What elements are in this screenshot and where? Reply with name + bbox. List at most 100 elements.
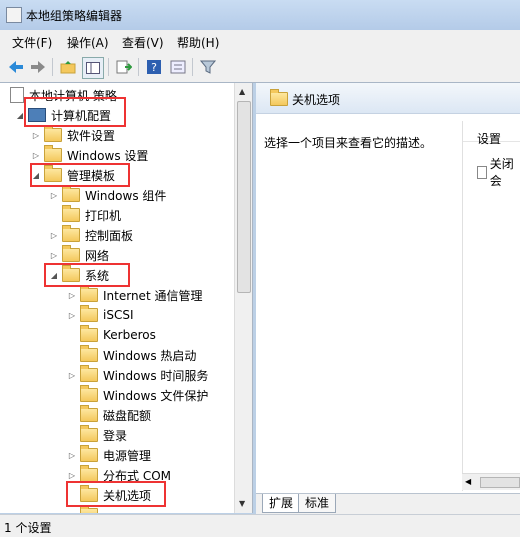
tree-item-system-child[interactable]: 磁盘配额 [66,405,151,425]
folder-icon [80,505,98,513]
back-arrow-icon[interactable] [6,57,26,77]
tree-item-system-child[interactable]: Windows 热启动 [66,345,196,365]
horizontal-scrollbar[interactable]: ◀ [462,473,520,490]
settings-list: 设置 关闭会 [462,121,520,491]
export-list-icon[interactable] [114,57,134,77]
tree-item-system-child[interactable]: ▷ 电源管理 [66,445,151,465]
scroll-left-icon[interactable]: ◀ [465,477,471,486]
description-text: 选择一个项目来查看它的描述。 [264,136,433,150]
folder-icon [80,365,98,382]
expand-icon[interactable]: ▷ [48,231,60,240]
folder-icon [44,125,62,142]
svg-text:?: ? [151,61,157,74]
expand-icon[interactable]: ▷ [66,291,78,300]
app-icon [6,7,22,23]
folder-icon [44,145,62,162]
scroll-up-icon[interactable]: ▲ [239,87,245,96]
folder-icon [62,205,80,222]
folder-icon [80,325,98,342]
expand-icon[interactable]: ▷ [66,451,78,460]
details-title: 关机选项 [292,93,341,107]
scroll-thumb[interactable] [237,101,251,293]
setting-icon [477,165,487,179]
folder-icon [80,425,98,442]
status-bar: 1 个设置 [0,514,520,537]
folder-icon [270,89,288,106]
tree-item-windows-settings[interactable]: ▷ Windows 设置 [30,145,148,165]
policy-icon [10,87,24,103]
setting-row[interactable]: 关闭会 [477,155,520,189]
tree-scrollbar[interactable]: ▲ ▼ [234,83,252,513]
status-text: 1 个设置 [4,521,52,535]
setting-label: 关闭会 [489,157,514,188]
highlight-box [66,481,166,507]
folder-icon [80,465,98,482]
tab-standard[interactable]: 标准 [298,494,337,513]
help-icon[interactable]: ? [144,57,164,77]
tree-item-label: 控制面板 [85,228,134,243]
folder-icon [80,305,98,322]
tree-item-label: Windows 时间服务 [103,368,209,383]
tree-item-software-settings[interactable]: ▷ 软件设置 [30,125,115,145]
folder-icon [62,225,80,242]
properties-icon[interactable] [168,57,188,77]
tree-item-control-panel[interactable]: ▷ 控制面板 [48,225,133,245]
expand-icon[interactable]: ▷ [48,251,60,260]
forward-arrow-icon[interactable] [28,57,48,77]
scroll-thumb[interactable] [480,477,520,488]
details-header: 关机选项 [256,83,520,114]
tree-item-label: Internet 通信管理 [103,288,203,303]
up-folder-icon[interactable] [58,57,78,77]
folder-icon [80,345,98,362]
tree-item-system-child[interactable]: ▷ Windows 时间服务 [66,365,208,385]
menu-help[interactable]: 帮助(H) [177,34,219,51]
folder-icon [62,185,80,202]
folder-icon [62,245,80,262]
details-pane: 关机选项 选择一个项目来查看它的描述。 设置 关闭会 ◀ [256,83,520,513]
menu-action[interactable]: 操作(A) [67,34,109,51]
window-title: 本地组策略编辑器 [26,9,123,23]
tree-item-label: Windows 组件 [85,188,167,203]
folder-icon [80,385,98,402]
menu-file[interactable]: 文件(F) [12,34,52,51]
expand-icon[interactable]: ▷ [66,371,78,380]
tree-item-label: iSCSI [103,308,134,322]
tree-item-network[interactable]: ▷ 网络 [48,245,109,265]
tree-item-system-child[interactable]: ▷ iSCSI [66,305,134,325]
highlight-box [24,97,126,127]
tree-pane: 本地计算机 策略 ◢ 计算机配置 ▷ 软件设置 ▷ Windows 设置 ◢ 管… [0,83,253,513]
tree-item-system-child[interactable]: 登录 [66,425,127,445]
menu-bar: 文件(F) 操作(A) 查看(V) 帮助(H) [0,30,520,53]
show-hide-tree-icon[interactable] [82,57,104,79]
menu-view[interactable]: 查看(V) [122,34,164,51]
expand-icon[interactable]: ▷ [66,311,78,320]
expand-icon[interactable]: ▷ [30,151,42,160]
folder-icon [80,445,98,462]
highlight-box [30,163,130,187]
tree-item-label: Windows 设置 [67,148,149,163]
expand-icon[interactable]: ▷ [48,191,60,200]
tree-item-printers[interactable]: 打印机 [48,205,121,225]
tree-item-label: 软件设置 [67,128,116,143]
tree-item-label: Windows 文件保护 [103,388,209,403]
tree-item-system-child[interactable]: ▷ Internet 通信管理 [66,285,202,305]
tree-item-label: Kerberos [103,328,156,342]
tree-item-windows-components[interactable]: ▷ Windows 组件 [48,185,166,205]
expand-icon[interactable]: ▷ [66,471,78,480]
expand-icon[interactable]: ▷ [30,131,42,140]
title-bar: 本地组策略编辑器 [0,0,520,30]
folder-icon [80,405,98,422]
toolbar: ? [0,52,520,83]
tree-item-label: 电源管理 [103,448,152,463]
tree-item-label: 磁盘配额 [103,408,152,423]
tab-extended[interactable]: 扩展 [262,494,301,513]
tree-item-system-child[interactable]: Windows 文件保护 [66,385,208,405]
tree-item-label: 登录 [103,428,128,443]
tree-item-label: 网络 [85,248,110,263]
tree-item-label: 打印机 [85,208,122,223]
filter-icon[interactable] [198,57,218,77]
column-header-setting[interactable]: 设置 [463,121,520,146]
view-tabs: 扩展 标准 [256,493,520,514]
tree-item-system-child[interactable]: Kerberos [66,325,156,345]
scroll-down-icon[interactable]: ▼ [239,499,245,508]
